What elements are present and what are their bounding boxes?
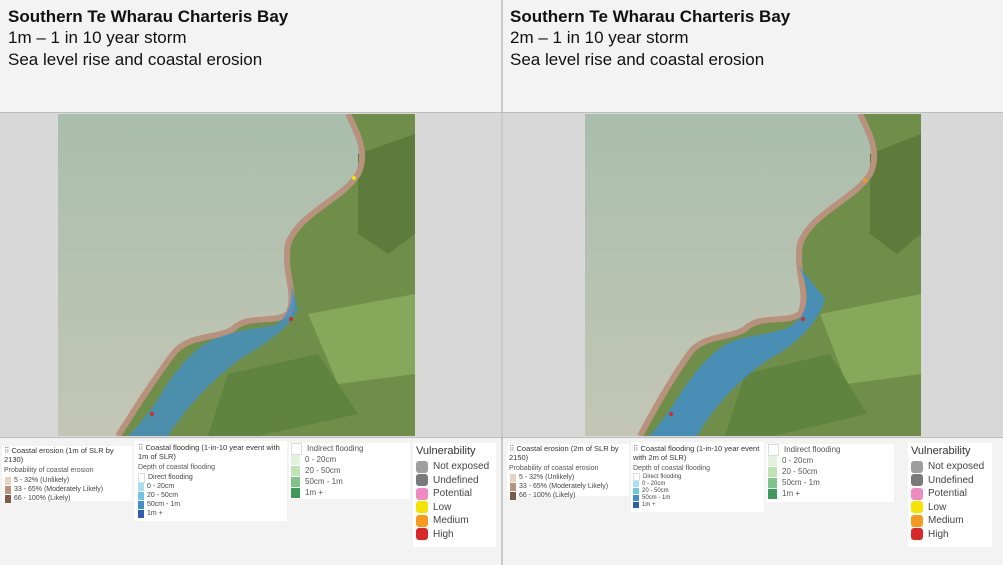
satellite-map[interactable]: [58, 114, 415, 436]
legend-subtitle: Depth of coastal flooding: [633, 465, 711, 472]
legend-item: 50cm - 1m: [138, 500, 287, 509]
legend-item: Medium: [416, 514, 496, 528]
legend-item: Direct flooding: [138, 472, 287, 483]
flood-legend: ⠿ Coastal flooding (1-in-10 year event wi…: [631, 442, 764, 512]
drag-handle-icon[interactable]: ⠿: [633, 444, 639, 453]
indirect-legend: Indirect flooding 0 - 20cm 20 - 50cm 50c…: [289, 442, 410, 499]
legend-item: Not exposed: [416, 460, 496, 474]
divider-bottom: [0, 437, 1003, 438]
legend-title: Indirect flooding: [289, 442, 410, 455]
legend-item: Direct flooding: [633, 472, 764, 481]
legend-item: Low: [416, 501, 496, 515]
legend-item: 1m +: [138, 509, 287, 518]
legend-item: 50cm - 1m: [633, 494, 764, 501]
divider-top: [0, 112, 1003, 113]
legend-title: Coastal flooding (1-in-10 year event wit…: [633, 444, 760, 462]
indirect-legend: Indirect flooding 0 - 20cm 20 - 50cm 50c…: [766, 443, 894, 502]
drag-handle-icon[interactable]: ⠿: [4, 446, 10, 455]
vulnerability-legend: Vulnerability Not exposed Undefined Pote…: [908, 443, 992, 547]
panel-header: Southern Te Wharau Charteris Bay 2m – 1 …: [510, 6, 790, 71]
legend-item: 0 - 20cm: [768, 455, 894, 466]
legend-item: 50cm - 1m: [768, 477, 894, 488]
map-viewport[interactable]: [0, 113, 501, 437]
legend-title: Vulnerability: [911, 445, 971, 457]
legend-item: 66 - 100% (Likely): [510, 491, 629, 500]
legend-item: High: [416, 528, 496, 542]
legend-item: 20 - 50cm: [291, 465, 410, 476]
legend-item: 1m +: [768, 488, 894, 499]
map-title: Southern Te Wharau Charteris Bay: [8, 7, 289, 26]
vulnerability-legend: Vulnerability Not exposed Undefined Pote…: [413, 443, 496, 547]
legend-item: 66 - 100% (Likely): [5, 494, 132, 503]
drag-handle-icon[interactable]: ⠿: [138, 443, 144, 452]
legend-title: Coastal erosion (2m of SLR by 2150): [509, 444, 619, 462]
legend-subtitle: Depth of coastal flooding: [138, 464, 216, 471]
legend-item: 5 - 32% (Unlikely): [510, 473, 629, 482]
erosion-legend: ⠿ Coastal erosion (2m of SLR by 2150) Pro…: [507, 444, 629, 500]
legend-title: Coastal erosion (1m of SLR by 2130): [4, 446, 114, 464]
map-subtitle: Sea level rise and coastal erosion: [510, 50, 765, 69]
legend-title: Coastal flooding (1-in-10 year event wit…: [138, 443, 280, 461]
scenario-label: 1m – 1 in 10 year storm: [8, 28, 187, 47]
legend-item: 1m +: [291, 487, 410, 498]
legend-item: 50cm - 1m: [291, 476, 410, 487]
legend-title: Indirect flooding: [766, 443, 894, 456]
legend-item: Undefined: [911, 474, 992, 488]
legend-subtitle: Probability of coastal erosion: [509, 465, 599, 472]
legend-subtitle: Probability of coastal erosion: [4, 467, 94, 474]
legend-title: Vulnerability: [416, 445, 476, 457]
panel-header: Southern Te Wharau Charteris Bay 1m – 1 …: [8, 6, 288, 71]
map-title: Southern Te Wharau Charteris Bay: [510, 7, 791, 26]
legend-item: Medium: [911, 514, 992, 528]
map-viewport[interactable]: [503, 113, 1003, 437]
legend-item: Undefined: [416, 474, 496, 488]
legend-item: 5 - 32% (Unlikely): [5, 476, 132, 485]
scenario-label: 2m – 1 in 10 year storm: [510, 28, 689, 47]
erosion-legend: ⠿ Coastal erosion (1m of SLR by 2130) Pro…: [2, 446, 132, 503]
legend-item: 1m +: [633, 501, 764, 508]
legend-item: Low: [911, 501, 992, 515]
legend-item: 0 - 20cm: [633, 480, 764, 487]
drag-handle-icon[interactable]: ⠿: [509, 444, 515, 453]
legend-item: 0 - 20cm: [291, 454, 410, 465]
satellite-map[interactable]: [585, 114, 921, 436]
flood-legend: ⠿ Coastal flooding (1-in-10 year event wi…: [134, 441, 287, 521]
legend-item: 20 - 50cm: [138, 491, 287, 500]
legend-item: 20 - 50cm: [633, 487, 764, 494]
legend-item: 33 - 65% (Moderately Likely): [5, 485, 132, 494]
legend-item: Not exposed: [911, 460, 992, 474]
legend-item: 0 - 20cm: [138, 482, 287, 491]
legend-item: 33 - 65% (Moderately Likely): [510, 482, 629, 491]
legend-item: Potential: [911, 487, 992, 501]
legend-item: High: [911, 528, 992, 542]
map-subtitle: Sea level rise and coastal erosion: [8, 50, 263, 69]
legend-item: Potential: [416, 487, 496, 501]
legend-item: 20 - 50cm: [768, 466, 894, 477]
